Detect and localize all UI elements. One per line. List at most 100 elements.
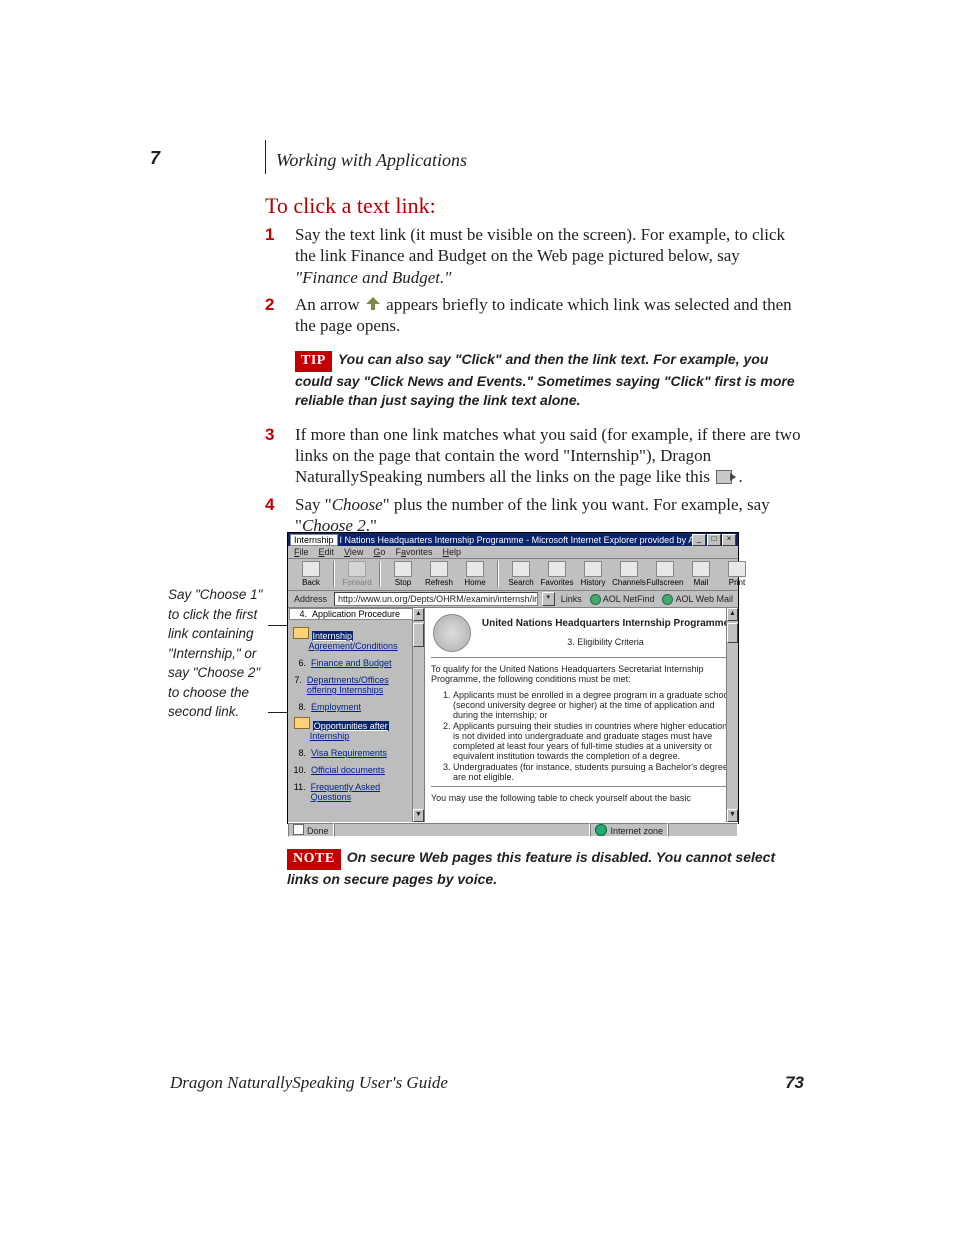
- scroll-up-button[interactable]: ▲: [727, 608, 738, 621]
- globe-icon: [662, 594, 673, 605]
- toolbar-home-button[interactable]: Home: [460, 561, 490, 587]
- footer-title: Dragon NaturallySpeaking User's Guide: [170, 1073, 448, 1093]
- tip-text: You can also say "Click" and then the li…: [295, 351, 795, 408]
- sidebar-item[interactable]: Opportunities after Internship: [292, 716, 420, 745]
- step-1-text-pre: Say the text link (it must be visible on…: [295, 225, 785, 265]
- margin-annotation: Say "Choose 1" to click the first link c…: [168, 585, 268, 722]
- toolbar-label: Print: [729, 578, 745, 587]
- body-column: 1 Say the text link (it must be visible …: [265, 218, 805, 542]
- scroll-down-button[interactable]: ▼: [413, 809, 424, 822]
- step-1: 1 Say the text link (it must be visible …: [265, 224, 805, 288]
- status-bar: Done Internet zone: [288, 822, 738, 837]
- scroll-thumb[interactable]: [727, 623, 738, 643]
- status-zone: Internet zone: [590, 823, 668, 837]
- toolbar-mail-button[interactable]: Mail: [686, 561, 716, 587]
- sidebar-item[interactable]: 8. Employment: [292, 699, 420, 716]
- list-item: Applicants must be enrolled in a degree …: [453, 690, 732, 720]
- horizontal-rule: [431, 657, 732, 658]
- sidebar-item-number: 6.: [292, 658, 306, 668]
- address-dropdown-button[interactable]: ▾: [542, 592, 555, 606]
- toolbar-history-button[interactable]: History: [578, 561, 608, 587]
- quick-link[interactable]: AOL NetFind: [588, 594, 657, 605]
- toolbar-label: History: [581, 578, 606, 587]
- sidebar-link[interactable]: Frequently Asked Questions: [311, 782, 420, 802]
- maximize-button[interactable]: □: [707, 534, 721, 546]
- back-icon: [302, 561, 320, 577]
- status-done: Done: [288, 823, 334, 837]
- sidebar-item-number: 8.: [292, 702, 306, 712]
- toolbar-search-button[interactable]: Search: [506, 561, 536, 587]
- sidebar-link[interactable]: Visa Requirements: [311, 748, 387, 758]
- toolbar-channels-button[interactable]: Channels: [614, 561, 644, 587]
- address-url-text: http://www.un.org/Depts/OHRM/examin/inte…: [338, 593, 538, 605]
- step-number: 2: [265, 294, 295, 315]
- search-icon: [512, 561, 530, 577]
- toolbar-fullscreen-button[interactable]: Fullscreen: [650, 561, 680, 587]
- step-1-em: "Finance and Budget.": [295, 268, 451, 287]
- close-button[interactable]: ×: [722, 534, 736, 546]
- main-subheading: 3. Eligibility Criteria: [431, 637, 732, 647]
- address-input[interactable]: http://www.un.org/Depts/OHRM/examin/inte…: [334, 592, 538, 606]
- toolbar-print-button[interactable]: Print: [722, 561, 752, 587]
- print-icon: [728, 561, 746, 577]
- main-scrollbar[interactable]: ▲ ▼: [726, 608, 738, 822]
- sidebar-link-selected: Internship: [312, 631, 354, 641]
- step-text: If more than one link matches what you s…: [295, 424, 805, 488]
- arrow-up-icon: [366, 297, 380, 311]
- minimize-button[interactable]: _: [692, 534, 706, 546]
- toolbar-back-button[interactable]: Back: [296, 561, 326, 587]
- toolbar-refresh-button[interactable]: Refresh: [424, 561, 454, 587]
- step-4-em1: Choose: [332, 495, 383, 514]
- quick-link-label: AOL Web Mail: [675, 594, 733, 604]
- sidebar-item[interactable]: 10. Official documents: [292, 762, 420, 779]
- sidebar-item[interactable]: 7. Departments/Offices offering Internsh…: [292, 672, 420, 699]
- sidebar-item-number: 8.: [292, 748, 306, 758]
- un-seal-icon: [433, 614, 471, 652]
- step-4-text-pre: Say ": [295, 495, 332, 514]
- refresh-icon: [430, 561, 448, 577]
- sidebar-link[interactable]: Internship: [310, 731, 350, 741]
- sidebar-item[interactable]: Internship Agreement/Conditions: [292, 623, 420, 655]
- toolbar-favorites-button[interactable]: Favorites: [542, 561, 572, 587]
- menu-go[interactable]: Go: [373, 547, 385, 557]
- sidebar-link[interactable]: Employment: [311, 702, 361, 712]
- toolbar-label: Back: [302, 578, 320, 587]
- toolbar-stop-button[interactable]: Stop: [388, 561, 418, 587]
- link-number-icon: [716, 470, 732, 484]
- sidebar-item-number: 11.: [292, 782, 306, 792]
- step-number: 3: [265, 424, 295, 445]
- sidebar-item[interactable]: 8. Visa Requirements: [292, 745, 420, 762]
- sidebar-scrollbar[interactable]: ▲ ▼: [412, 608, 424, 822]
- footer-page-number: 73: [785, 1073, 804, 1093]
- toolbar-label: Stop: [395, 578, 411, 587]
- menu-favorites[interactable]: Favorites: [395, 547, 432, 557]
- sidebar-item-number: 10.: [292, 765, 306, 775]
- sidebar-header-text: Application Procedure: [312, 609, 400, 619]
- scroll-thumb[interactable]: [413, 623, 424, 647]
- menu-help[interactable]: Help: [442, 547, 461, 557]
- address-label: Address: [291, 594, 330, 604]
- menu-view[interactable]: View: [344, 547, 363, 557]
- sidebar-link[interactable]: Official documents: [311, 765, 385, 775]
- step-text: Say the text link (it must be visible on…: [295, 224, 805, 288]
- scroll-down-button[interactable]: ▼: [727, 809, 738, 822]
- browser-content: 4. Application Procedure Internship Agre…: [288, 608, 738, 822]
- toolbar-label: Channels: [612, 578, 646, 587]
- sidebar-link[interactable]: Finance and Budget: [311, 658, 392, 668]
- menu-file[interactable]: File: [294, 547, 309, 557]
- quick-link[interactable]: AOL Web Mail: [660, 594, 735, 605]
- list-item: Undergraduates (for instance, students p…: [453, 762, 732, 782]
- sidebar-item[interactable]: 11. Frequently Asked Questions: [292, 779, 420, 806]
- sidebar-link[interactable]: Departments/Offices offering Internships: [307, 675, 420, 695]
- menu-edit[interactable]: Edit: [319, 547, 335, 557]
- step-number: 4: [265, 494, 295, 515]
- address-bar: Address http://www.un.org/Depts/OHRM/exa…: [288, 591, 738, 608]
- browser-window: Internship I Nations Headquarters Intern…: [287, 532, 739, 824]
- sidebar-item-number: 4.: [293, 609, 307, 619]
- title-bar-tag: Internship: [290, 534, 338, 546]
- scroll-up-button[interactable]: ▲: [413, 608, 424, 621]
- sidebar-item[interactable]: 6. Finance and Budget: [292, 655, 420, 672]
- main-pane: United Nations Headquarters Internship P…: [425, 608, 738, 822]
- status-zone-label: Internet zone: [610, 826, 663, 836]
- sidebar-link[interactable]: Agreement/Conditions: [309, 641, 398, 651]
